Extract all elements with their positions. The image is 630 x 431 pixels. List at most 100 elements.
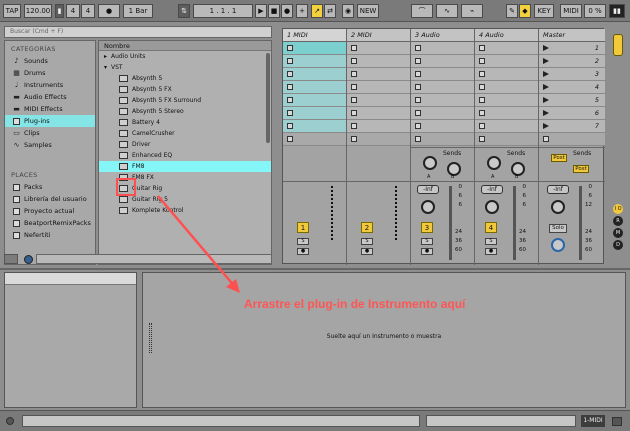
arm-icon[interactable]: ● bbox=[421, 248, 433, 255]
track-title[interactable]: 4 Audio bbox=[475, 29, 538, 42]
punch-out-icon[interactable]: ⌁ bbox=[461, 4, 483, 18]
post-button[interactable]: Post bbox=[573, 165, 589, 173]
scene-launch[interactable]: 5 bbox=[539, 94, 605, 107]
preview-waveform-bar[interactable] bbox=[36, 254, 272, 264]
solo-button[interactable]: S bbox=[421, 238, 433, 245]
clip-slot[interactable] bbox=[411, 94, 474, 107]
key-map-button[interactable]: KEY bbox=[534, 4, 554, 18]
clip-slot[interactable] bbox=[347, 120, 410, 133]
arm-icon[interactable]: ● bbox=[361, 248, 373, 255]
clip-slot[interactable] bbox=[411, 55, 474, 68]
send-a-knob[interactable] bbox=[487, 156, 501, 170]
track-stop-row[interactable] bbox=[283, 133, 346, 146]
clip-slot[interactable] bbox=[283, 81, 346, 94]
time-signature-denominator[interactable]: 4 bbox=[81, 4, 95, 18]
folder-audio-units[interactable]: ▸ Audio Units bbox=[99, 51, 271, 62]
list-item[interactable]: Absynth 5 FX bbox=[99, 84, 271, 95]
category-instruments[interactable]: ♩ Instruments bbox=[5, 79, 95, 91]
clip-slot[interactable] bbox=[283, 68, 346, 81]
clip-slot[interactable] bbox=[475, 55, 538, 68]
arm-icon[interactable]: ● bbox=[485, 248, 497, 255]
tempo-field[interactable]: 120.00 bbox=[24, 4, 52, 18]
clip-slot[interactable] bbox=[475, 107, 538, 120]
delay-toggle[interactable]: D bbox=[613, 240, 623, 250]
clip-slot[interactable] bbox=[411, 120, 474, 133]
solo-button[interactable]: S bbox=[361, 238, 373, 245]
device-view[interactable]: Suelte aquí un Instrumento o muestra bbox=[142, 272, 626, 408]
midi-map-icon[interactable]: ◆ bbox=[519, 4, 531, 18]
clip-slot[interactable] bbox=[283, 55, 346, 68]
mixer-toggle[interactable]: M bbox=[613, 228, 623, 238]
info-toggle-icon[interactable] bbox=[6, 417, 14, 425]
scene-launch[interactable]: 3 bbox=[539, 68, 605, 81]
category-samples[interactable]: ∿ Samples bbox=[5, 139, 95, 151]
list-item[interactable]: Enhanced EQ bbox=[99, 150, 271, 161]
clip-slot[interactable] bbox=[475, 120, 538, 133]
time-signature-numerator[interactable]: 4 bbox=[66, 4, 80, 18]
song-position-field[interactable]: 1 . 1 . 1 bbox=[193, 4, 253, 18]
browser-toggle-icon[interactable] bbox=[4, 254, 18, 264]
solo-cue-button[interactable]: Solo bbox=[549, 224, 567, 233]
track-activator-button[interactable]: 3 bbox=[421, 222, 433, 233]
pan-knob[interactable] bbox=[485, 200, 499, 214]
tap-button[interactable]: TAP bbox=[3, 4, 21, 18]
category-audio-effects[interactable]: ▬ Audio Effects bbox=[5, 91, 95, 103]
volume-fader-track[interactable] bbox=[579, 186, 582, 260]
metronome-button[interactable]: ● bbox=[98, 4, 120, 18]
list-item[interactable]: Komplete Kontrol bbox=[99, 205, 271, 216]
place-packs[interactable]: Packs bbox=[5, 181, 95, 193]
clip-slot[interactable] bbox=[347, 55, 410, 68]
clip-slot[interactable] bbox=[475, 68, 538, 81]
list-item-fm8-selected[interactable]: FM8 bbox=[99, 161, 271, 172]
volume-fader-track[interactable] bbox=[513, 186, 516, 260]
punch-in-icon[interactable]: ∿ bbox=[436, 4, 458, 18]
clip-slot[interactable] bbox=[347, 68, 410, 81]
track-activator-button[interactable]: 4 bbox=[485, 222, 497, 233]
category-clips[interactable]: ▭ Clips bbox=[5, 127, 95, 139]
tempo-nudge-icon[interactable]: ▮ bbox=[55, 4, 64, 18]
send-a-knob[interactable] bbox=[423, 156, 437, 170]
category-midi-effects[interactable]: ▬ MIDI Effects bbox=[5, 103, 95, 115]
midi-map-button[interactable]: MIDI bbox=[560, 4, 582, 18]
pan-knob[interactable] bbox=[551, 200, 565, 214]
clip-slot[interactable] bbox=[283, 42, 346, 55]
scene-launch[interactable]: 1 bbox=[539, 42, 605, 55]
track-title[interactable]: 1 MIDI bbox=[283, 29, 346, 42]
clip-slot[interactable] bbox=[347, 94, 410, 107]
track-stop-row[interactable] bbox=[475, 133, 538, 146]
new-button[interactable]: NEW bbox=[357, 4, 379, 18]
preview-headphones-icon[interactable] bbox=[24, 255, 33, 264]
clip-slot[interactable] bbox=[347, 81, 410, 94]
clip-slot[interactable] bbox=[411, 107, 474, 120]
volume-readout[interactable]: -Inf bbox=[417, 185, 439, 194]
clip-slot[interactable] bbox=[475, 42, 538, 55]
reenable-automation-icon[interactable]: ⇄ bbox=[324, 4, 336, 18]
category-plug-ins[interactable]: Plug-ins bbox=[5, 115, 95, 127]
solo-button[interactable]: S bbox=[297, 238, 309, 245]
browser-scrollbar[interactable] bbox=[266, 53, 270, 143]
clip-slot[interactable] bbox=[283, 94, 346, 107]
place-current-project[interactable]: Proyecto actual bbox=[5, 205, 95, 217]
track-title[interactable]: 2 MIDI bbox=[347, 29, 410, 42]
follow-icon[interactable]: ⇅ bbox=[178, 4, 190, 18]
list-item[interactable]: Absynth 5 FX Surround bbox=[99, 95, 271, 106]
scene-launch[interactable]: 6 bbox=[539, 107, 605, 120]
play-icon[interactable]: ▶ bbox=[255, 4, 267, 18]
track-title[interactable]: Master bbox=[539, 29, 605, 42]
clip-slot[interactable] bbox=[283, 107, 346, 120]
io-toggle[interactable]: I O bbox=[613, 204, 623, 214]
place-beatport-remix-packs[interactable]: BeatportRemixPacks bbox=[5, 217, 95, 229]
volume-readout[interactable]: -Inf bbox=[481, 185, 503, 194]
clip-slot[interactable] bbox=[475, 94, 538, 107]
track-stop-row[interactable] bbox=[347, 133, 410, 146]
solo-button[interactable]: S bbox=[485, 238, 497, 245]
cue-volume-knob[interactable] bbox=[551, 238, 565, 252]
track-stop-row[interactable] bbox=[411, 133, 474, 146]
category-drums[interactable]: ▦ Drums bbox=[5, 67, 95, 79]
record-icon[interactable]: ● bbox=[281, 4, 293, 18]
track-activator-button[interactable]: 2 bbox=[361, 222, 373, 233]
draw-mode-icon[interactable]: ✎ bbox=[506, 4, 518, 18]
stop-icon[interactable]: ■ bbox=[268, 4, 280, 18]
post-button[interactable]: Post bbox=[551, 154, 567, 162]
session-record-icon[interactable]: ◉ bbox=[342, 4, 354, 18]
